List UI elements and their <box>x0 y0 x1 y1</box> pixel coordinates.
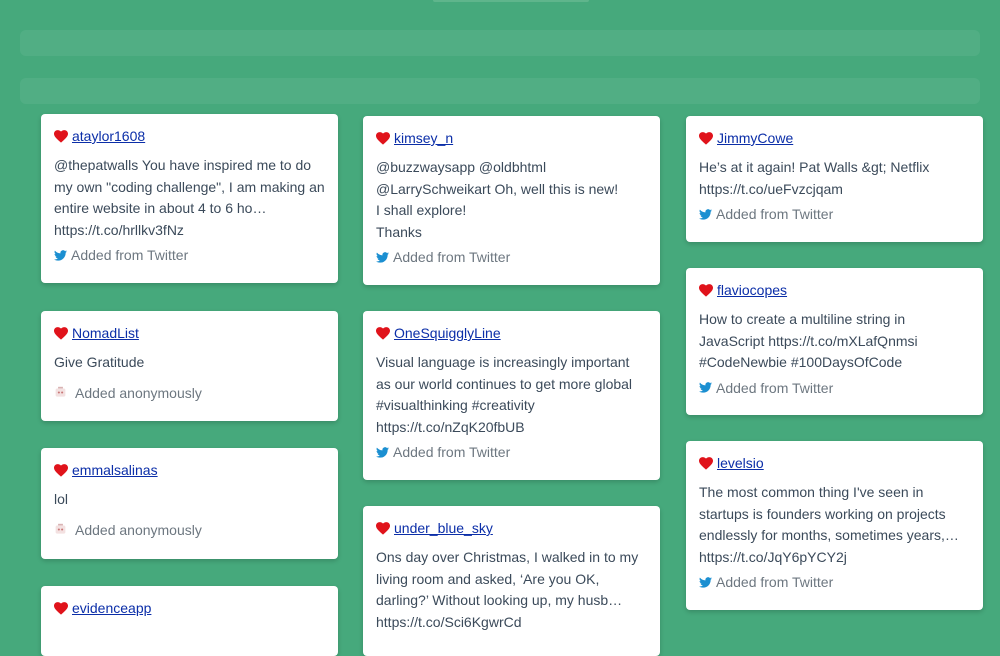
heart-icon[interactable] <box>54 326 68 340</box>
card-message: He’s at it again! Pat Walls &gt; Netflix… <box>699 159 930 197</box>
card-source: Added anonymously <box>54 385 325 401</box>
heart-icon[interactable] <box>699 456 713 470</box>
heart-icon[interactable] <box>376 131 390 145</box>
heart-icon[interactable] <box>54 463 68 477</box>
card-source: Added from Twitter <box>54 247 325 263</box>
source-label: Added from Twitter <box>393 249 511 265</box>
user-link[interactable]: NomadList <box>72 325 139 341</box>
source-label: Added from Twitter <box>716 574 834 590</box>
heart-icon[interactable] <box>699 283 713 297</box>
gratitude-card: OneSquigglyLine Visual language is incre… <box>363 311 660 480</box>
user-link[interactable]: ataylor1608 <box>72 128 145 144</box>
card-source: Added from Twitter <box>376 444 647 460</box>
card-message: @thepatwalls You have inspired me to do … <box>54 157 325 238</box>
gratitude-card: flaviocopes How to create a multiline st… <box>686 268 983 415</box>
user-link[interactable]: JimmyCowe <box>717 130 793 146</box>
card-message: Ons day over Christmas, I walked in to m… <box>376 549 639 630</box>
user-link[interactable]: levelsio <box>717 455 764 471</box>
heart-icon[interactable] <box>54 129 68 143</box>
gratitude-card: ataylor1608 @thepatwalls You have inspir… <box>41 114 338 283</box>
user-link[interactable]: flaviocopes <box>717 282 787 298</box>
gratitude-card: levelsio The most common thing I've seen… <box>686 441 983 610</box>
card-message: @buzzwaysapp @oldbhtml @LarrySchweikart … <box>376 159 619 240</box>
gratitude-card: kimsey_n @buzzwaysapp @oldbhtml @LarrySc… <box>363 116 660 285</box>
anonymous-icon <box>55 386 66 397</box>
user-link[interactable]: emmalsalinas <box>72 462 158 478</box>
card-source: Added from Twitter <box>699 574 970 590</box>
card-message: Give Gratitude <box>54 354 145 370</box>
heart-icon[interactable] <box>699 131 713 145</box>
heart-icon[interactable] <box>376 521 390 535</box>
heart-icon[interactable] <box>54 601 68 615</box>
source-label: Added anonymously <box>75 384 202 401</box>
user-link[interactable]: OneSquigglyLine <box>394 325 501 341</box>
card-source: Added anonymously <box>54 522 325 538</box>
card-source: Added from Twitter <box>699 206 970 222</box>
twitter-icon <box>699 382 712 393</box>
card-message: The most common thing I've seen in start… <box>699 484 959 565</box>
source-label: Added from Twitter <box>393 444 511 460</box>
twitter-icon <box>376 251 389 263</box>
card-source: Added from Twitter <box>376 249 647 265</box>
twitter-icon <box>376 446 389 458</box>
user-link[interactable]: evidenceapp <box>72 600 151 616</box>
source-label: Added from Twitter <box>716 206 834 222</box>
user-link[interactable]: kimsey_n <box>394 130 453 146</box>
twitter-icon <box>699 208 712 220</box>
source-label: Added from Twitter <box>716 379 834 396</box>
card-source: Added from Twitter <box>699 380 970 396</box>
gratitude-card: NomadList Give Gratitude Added anonymous… <box>41 311 338 421</box>
card-message: Visual language is increasingly importan… <box>376 354 633 435</box>
anonymous-icon <box>55 523 66 534</box>
source-label: Added from Twitter <box>71 247 189 263</box>
heart-icon[interactable] <box>376 326 390 340</box>
twitter-icon <box>54 249 67 261</box>
user-link[interactable]: under_blue_sky <box>394 520 493 536</box>
top-bar-tab <box>433 0 589 2</box>
faded-header-background <box>20 30 980 105</box>
gratitude-card: emmalsalinas lol Added anonymously <box>41 448 338 559</box>
gratitude-card: JimmyCowe He’s at it again! Pat Walls &g… <box>686 116 983 242</box>
gratitude-card: under_blue_sky Ons day over Christmas, I… <box>363 506 660 656</box>
gratitude-card: evidenceapp <box>41 586 338 656</box>
card-message: lol <box>54 491 69 507</box>
twitter-icon <box>699 576 712 588</box>
source-label: Added anonymously <box>75 521 202 538</box>
card-message: How to create a multiline string in Java… <box>699 311 918 370</box>
